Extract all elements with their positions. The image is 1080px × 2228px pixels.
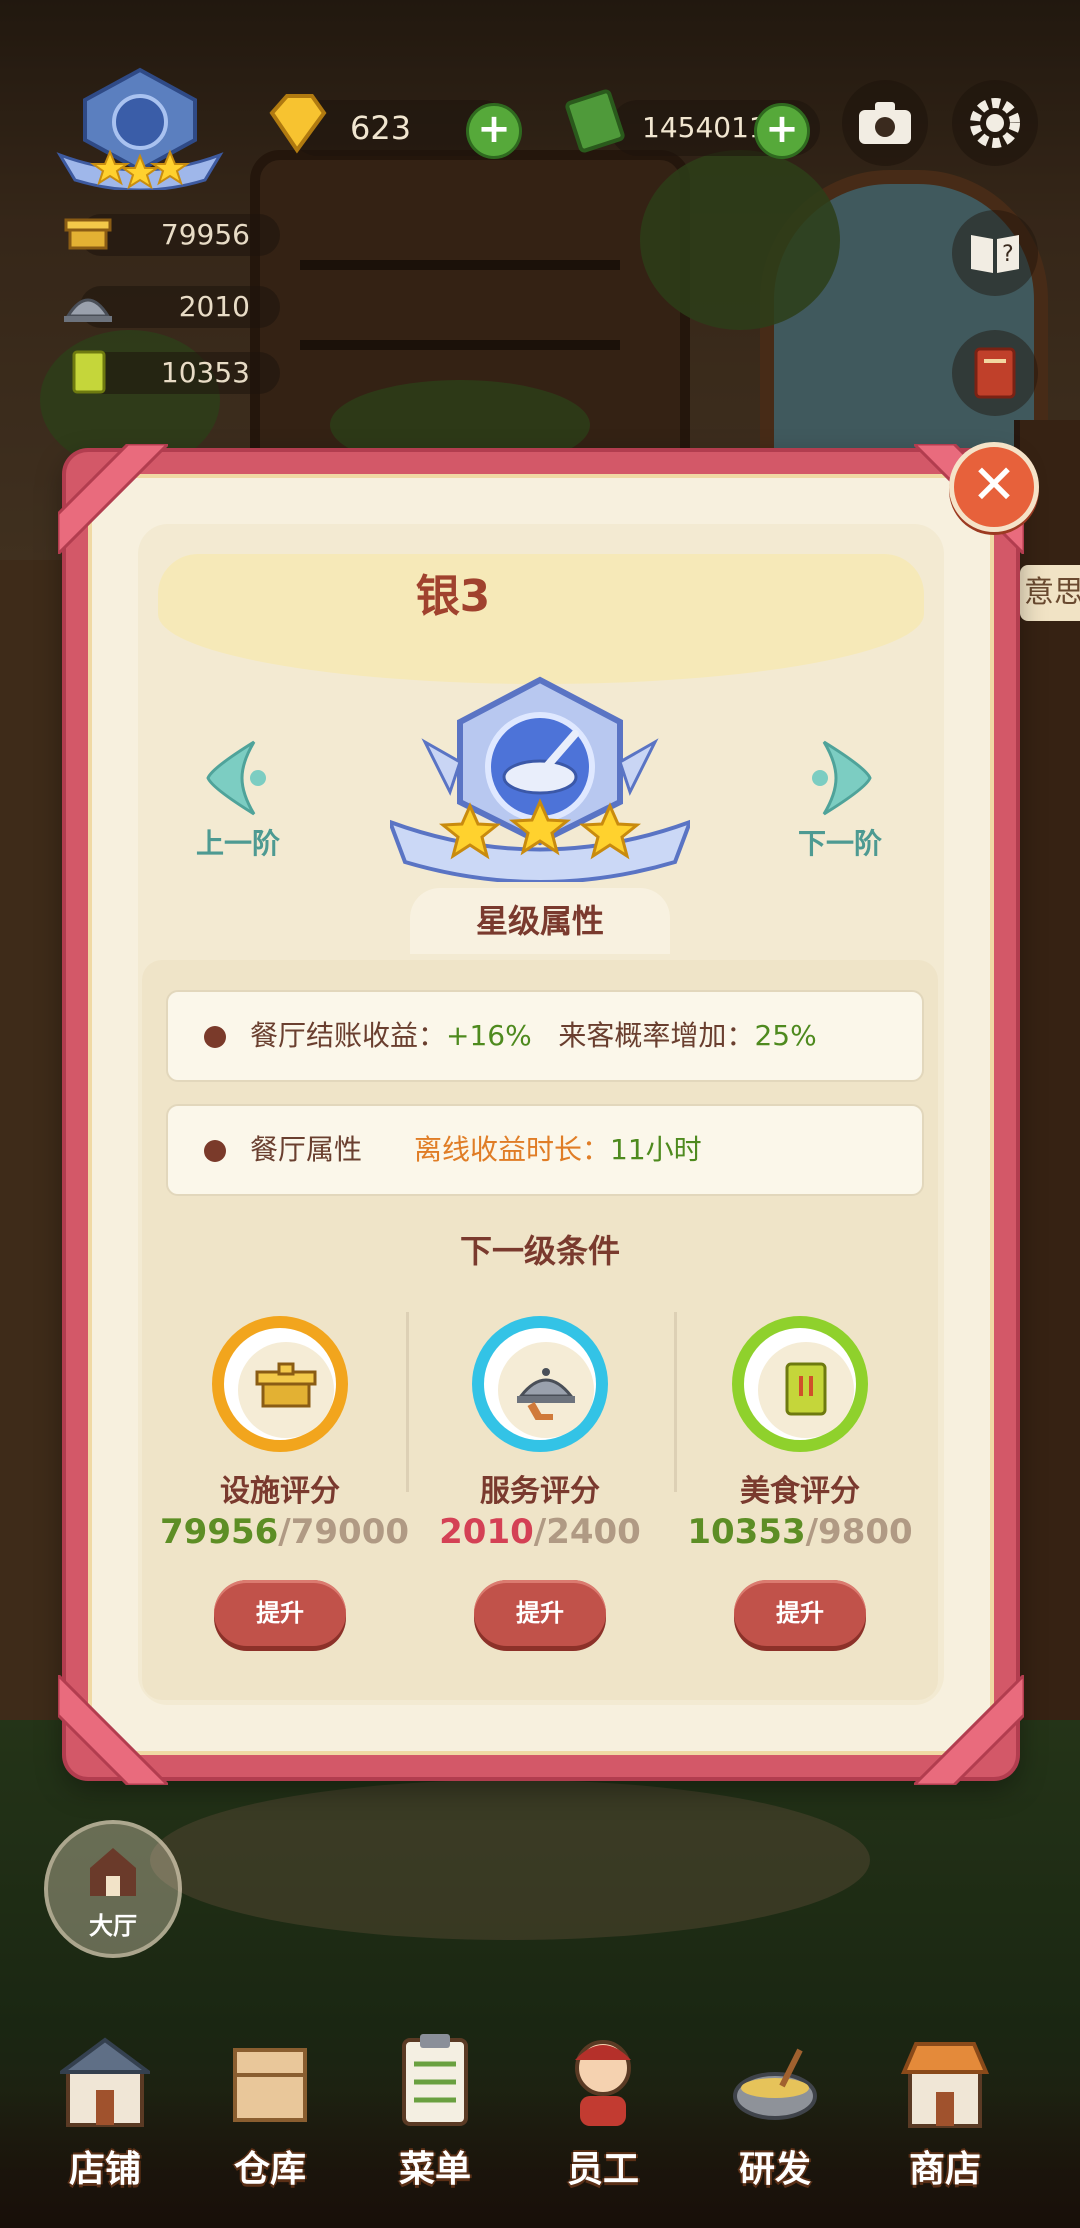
staff-avatar-icon (575, 2040, 631, 2126)
help-book-icon[interactable]: ? (952, 210, 1038, 296)
facility-score-stat: 79956 (40, 210, 280, 258)
next-tier-label[interactable]: 下一阶 (770, 822, 910, 862)
nav-warehouse[interactable]: 仓库 (195, 2030, 345, 2200)
camera-icon[interactable] (842, 80, 928, 166)
score-separator: / (805, 1512, 819, 1552)
store-icon (60, 2037, 150, 2127)
nav-research[interactable]: 研发 (700, 2030, 850, 2200)
facility-current: 79956 (160, 1512, 279, 1552)
nav-shop-label: 商店 (908, 2149, 981, 2190)
improve-service-button[interactable]: 提升 (474, 1580, 606, 1646)
hall-label: 大厅 (89, 1912, 137, 1940)
service-required: 2400 (546, 1512, 641, 1552)
score-separator: / (278, 1512, 291, 1552)
service-label: 服务评分 (480, 1474, 600, 1509)
section-title: 星级属性 (410, 888, 670, 954)
bullet-icon (204, 1140, 226, 1162)
add-gems-button[interactable]: + (466, 103, 522, 159)
nav-menu[interactable]: 菜单 (360, 2030, 510, 2200)
facility-score-value: 79956 (160, 218, 250, 251)
food-required: 9800 (818, 1512, 913, 1552)
attribute-row: 餐厅结账收益：+16% 来客概率增加：25% (166, 990, 924, 1082)
score-separator: / (533, 1512, 547, 1552)
close-button[interactable]: ✕ (949, 442, 1039, 532)
rank-badge-icon[interactable] (55, 60, 225, 192)
improve-food-button[interactable]: 提升 (734, 1580, 866, 1646)
settings-gear-icon[interactable] (952, 80, 1038, 166)
nav-shop[interactable]: 商店 (870, 2030, 1020, 2200)
service-current: 2010 (439, 1512, 534, 1552)
dialog-title: 银3 (415, 571, 491, 622)
hall-button[interactable]: 大厅 (44, 1820, 182, 1958)
divider (674, 1312, 677, 1492)
visitor-rate-label: 来客概率增加： (558, 1019, 755, 1052)
food-requirement: 美食评分 10353/9800 提升 (680, 1316, 920, 1656)
facility-ring (212, 1316, 348, 1452)
prev-tier-arrow-icon[interactable] (202, 738, 272, 818)
nav-staff[interactable]: 员工 (528, 2030, 678, 2200)
facility-icon (60, 210, 116, 258)
offline-income-label: 离线收益时长： (414, 1133, 611, 1166)
service-requirement: 服务评分 2010/2400 提升 (420, 1316, 660, 1656)
silver-rank-badge-icon (386, 672, 694, 884)
restaurant-attr-label: 餐厅属性 (250, 1133, 363, 1166)
food-score-stat: 10353 (40, 348, 280, 396)
nav-warehouse-label: 仓库 (233, 2149, 306, 2190)
star-icon (438, 802, 502, 860)
star-icon (578, 802, 642, 860)
food-score-value: 10353 (160, 356, 250, 389)
next-level-title: 下一级条件 (459, 1232, 620, 1270)
food-book-icon (785, 1362, 827, 1416)
food-score: 10353/9800 (680, 1512, 920, 1552)
nav-menu-label: 菜单 (398, 2149, 471, 2190)
facility-requirement: 设施评分 79956/79000 提升 (160, 1316, 409, 1656)
checkout-income-value: +16% (446, 1019, 532, 1052)
service-score-stat: 2010 (40, 282, 280, 330)
improve-facility-button[interactable]: 提升 (214, 1580, 346, 1646)
offline-income-value: 11小时 (610, 1133, 702, 1166)
nav-store[interactable]: 店铺 (30, 2030, 180, 2200)
clipboard-icon (402, 2034, 468, 2126)
cloche-icon (517, 1368, 575, 1420)
nav-store-label: 店铺 (68, 2149, 141, 2190)
service-ring (472, 1316, 608, 1452)
recipe-book-icon[interactable] (952, 330, 1038, 416)
attribute-row: 餐厅属性 离线收益时长：11小时 (166, 1104, 924, 1196)
service-score-value: 2010 (178, 290, 250, 323)
star-rating (438, 798, 642, 860)
cooking-pot-icon (733, 2048, 817, 2120)
visitor-rate-value: 25% (754, 1019, 817, 1052)
prev-tier-label[interactable]: 上一阶 (168, 822, 308, 862)
divider (406, 1312, 409, 1492)
food-label: 美食评分 (740, 1474, 860, 1509)
next-tier-arrow-icon[interactable] (806, 738, 876, 818)
facility-score: 79956/79000 (160, 1512, 409, 1552)
food-ring (732, 1316, 868, 1452)
add-cash-button[interactable]: + (754, 103, 810, 159)
facility-required: 79000 (290, 1512, 410, 1552)
food-current: 10353 (687, 1512, 806, 1552)
checkout-income-label: 餐厅结账收益： (250, 1019, 447, 1052)
warehouse-box-icon (233, 2048, 307, 2122)
nav-research-label: 研发 (738, 2149, 811, 2190)
bullet-icon (204, 1026, 226, 1048)
svg-text:?: ? (1002, 242, 1014, 267)
gem-count: 623 (350, 109, 412, 147)
cash-count: 1454011 (642, 111, 767, 144)
star-icon (508, 798, 572, 856)
shop-icon (900, 2042, 990, 2128)
nav-staff-label: 员工 (566, 2149, 639, 2190)
offline-income-row: 离线收益时长：11小时 (414, 1106, 702, 1194)
facility-label: 设施评分 (220, 1474, 340, 1509)
side-hint-label[interactable]: 意思 (1020, 565, 1080, 621)
service-score: 2010/2400 (420, 1512, 660, 1552)
corner-ribbon (58, 444, 168, 554)
cloche-icon (60, 282, 116, 330)
house-icon (90, 1848, 136, 1896)
gem-icon (262, 88, 332, 158)
cash-icon (565, 86, 625, 156)
food-book-icon (60, 348, 116, 396)
facility-icon (255, 1362, 317, 1408)
